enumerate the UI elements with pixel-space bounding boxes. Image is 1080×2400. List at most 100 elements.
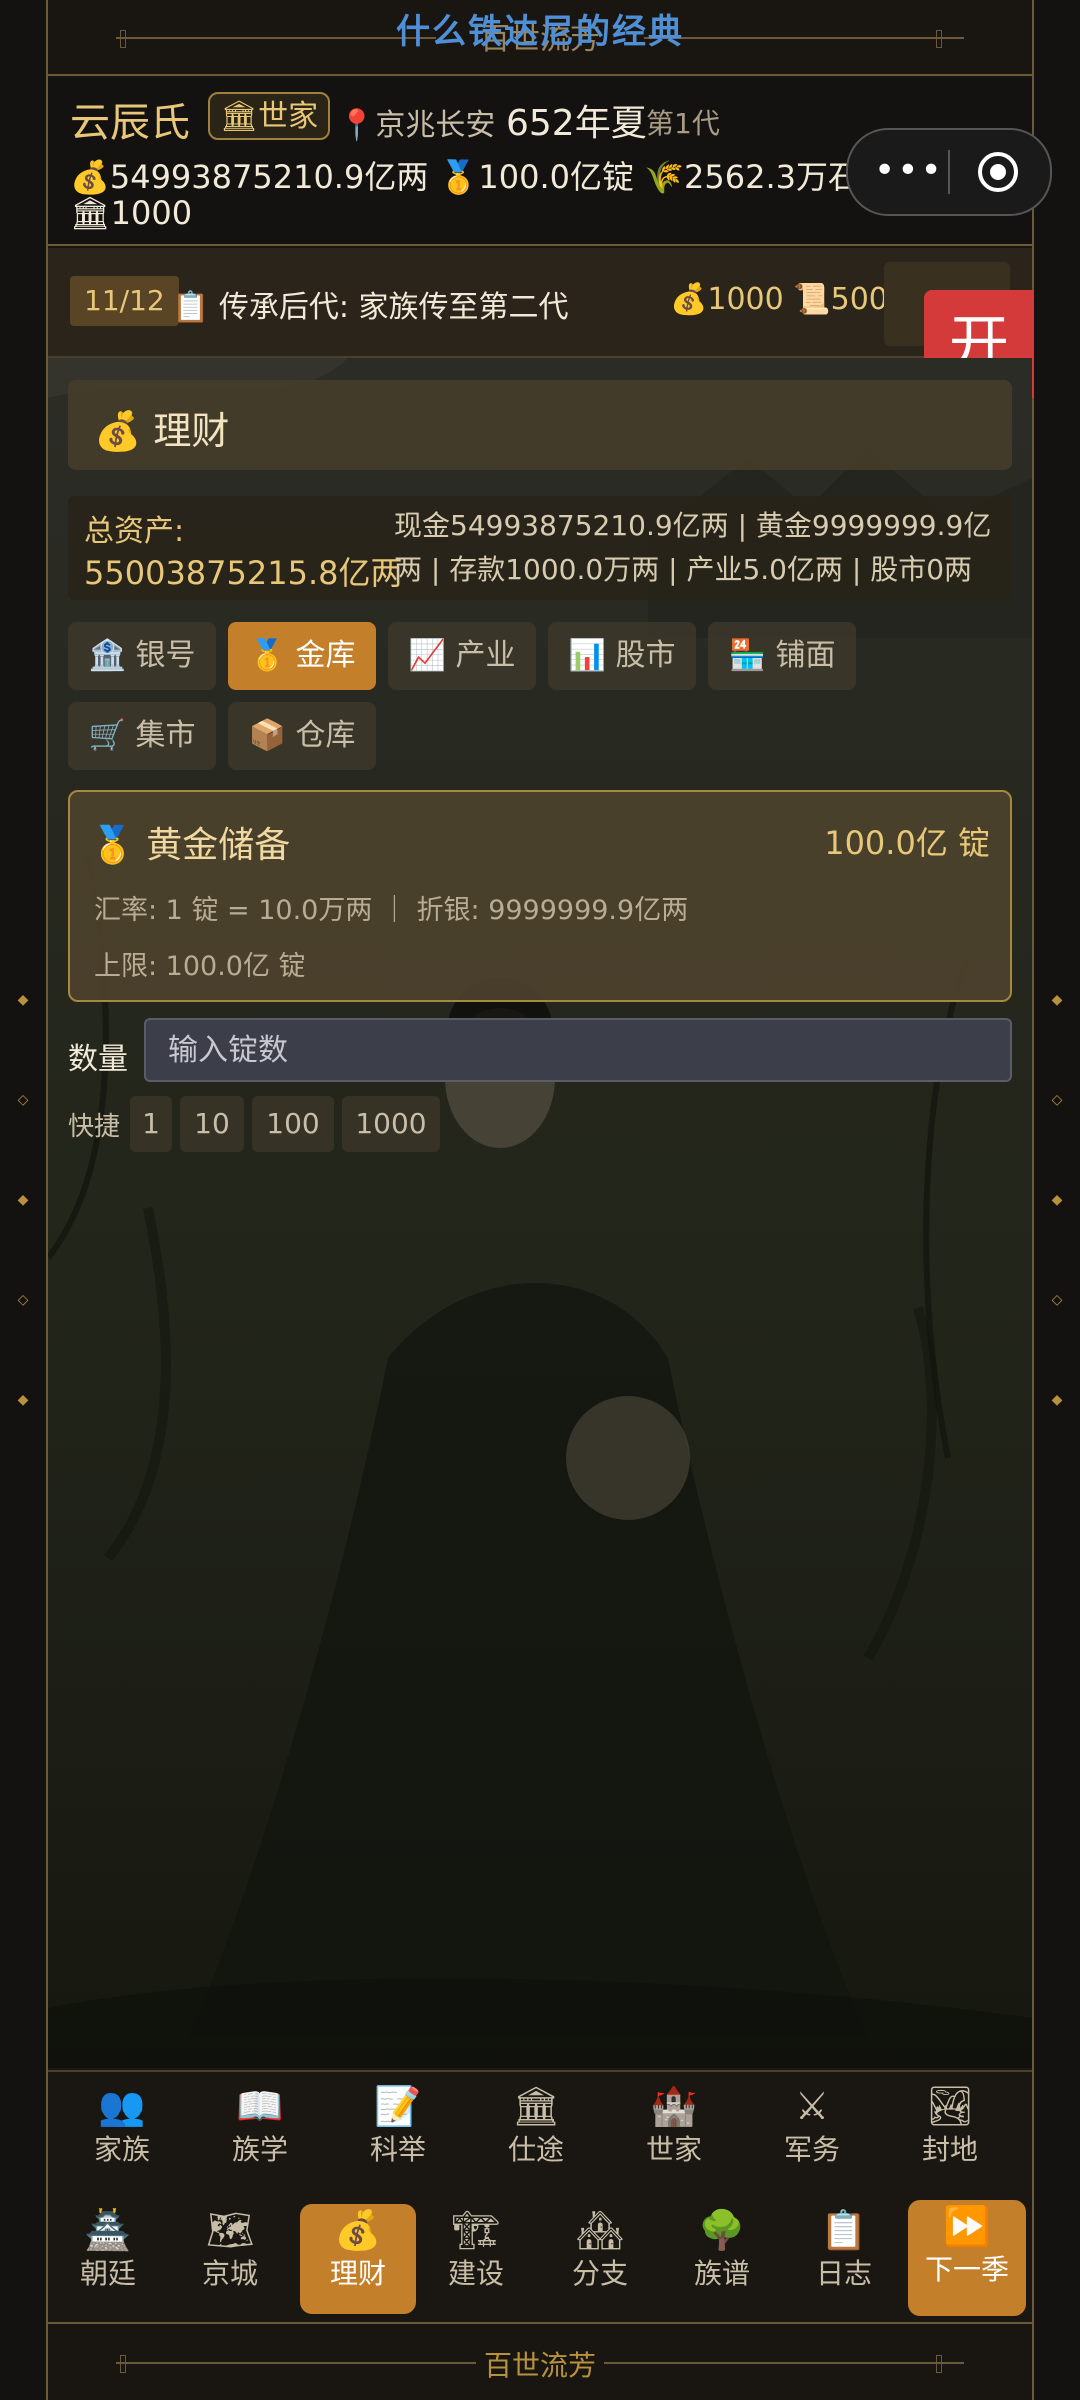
quick-label: 快捷	[68, 1112, 121, 1142]
prestige-row: 🏛1000	[70, 194, 192, 232]
quick-1000-button[interactable]: 1000	[342, 1096, 440, 1152]
nav-label: 下一季	[924, 2253, 1009, 2286]
castle-icon: 🏰	[650, 2084, 698, 2128]
nav-label: 分支	[571, 2257, 628, 2290]
quick-100-button[interactable]: 100	[252, 1096, 334, 1152]
more-icon[interactable]: •••	[874, 150, 944, 191]
nav-fief[interactable]: 🏞 封地	[890, 2080, 1010, 2190]
nav-label: 家族	[93, 2133, 150, 2166]
bottom-banner-title: 百世流芳	[483, 2349, 596, 2382]
assets-label: 总资产:	[84, 514, 185, 549]
left-ornament: ◆ ◇ ◆ ◇ ◆	[17, 992, 29, 1408]
rank-badge[interactable]: 🏛世家	[208, 92, 331, 140]
tab-shop[interactable]: 🏪 铺面	[708, 622, 856, 690]
nav-branch[interactable]: 🏘 分支	[542, 2204, 658, 2314]
money-bag-icon: 💰	[334, 2208, 382, 2252]
nav-label: 朝廷	[79, 2257, 136, 2290]
nav-family[interactable]: 👥 家族	[62, 2080, 182, 2190]
nav-school[interactable]: 📖 族学	[200, 2080, 320, 2190]
tab-warehouse[interactable]: 📦 仓库	[228, 702, 376, 770]
swords-icon: ⚔	[794, 2084, 830, 2128]
clipboard-icon: 📋	[820, 2208, 868, 2252]
crane-icon: 🏗	[451, 2208, 501, 2252]
prestige-value: 1000	[110, 194, 193, 232]
bank-icon: 🏦	[88, 638, 126, 673]
quest-bar[interactable]: 11/12 📋 传承后代: 家族传至第二代 💰1000 📜500	[48, 248, 1032, 358]
close-target-icon[interactable]	[976, 150, 1020, 194]
nav-exam[interactable]: 📝 科举	[338, 2080, 458, 2190]
quest-text: 📋 传承后代: 家族传至第二代	[172, 282, 569, 326]
nav-military[interactable]: ⚔ 军务	[752, 2080, 872, 2190]
miniprogram-capsule: •••	[846, 128, 1052, 216]
tab-vault[interactable]: 🥇 金库	[228, 622, 376, 690]
nav-label: 世家	[645, 2133, 702, 2166]
money-value: 54993875210.9亿两	[109, 158, 429, 196]
grain-value: 2562.3万石	[684, 158, 860, 196]
temple-icon: 🏛	[511, 2084, 561, 2128]
nav-capital[interactable]: 🗺 京城	[172, 2204, 288, 2314]
memo-icon: 📝	[374, 2084, 422, 2128]
bottom-nav: 👥 家族 📖 族学 📝 科举 🏛 仕途 🏰 世家 ⚔ 军务 🏞 封地 🏯 朝廷 🗺 京城 💰 理财 …	[48, 2070, 1032, 2324]
nav-label: 日志	[815, 2257, 872, 2290]
nav-label: 理财	[329, 2257, 386, 2290]
people-icon: 👥	[98, 2084, 146, 2128]
landscape-icon: 🏞	[925, 2084, 975, 2128]
reward-scroll: 500	[830, 282, 888, 317]
right-ornament: ◆ ◇ ◆ ◇ ◆	[1051, 992, 1063, 1408]
tab-label: 股市	[615, 638, 676, 673]
quick-1-button[interactable]: 1	[130, 1096, 172, 1152]
gold-card-value: 100.0亿 锭	[824, 824, 990, 862]
assets-total: 55003875215.8亿两	[84, 554, 403, 592]
clan-name: 云辰氏	[70, 100, 190, 146]
gold-medal-icon: 🥇	[90, 825, 135, 866]
finance-title: 理财	[153, 409, 230, 453]
quick-10-button[interactable]: 10	[180, 1096, 244, 1152]
money-bag-icon: 💰	[670, 282, 708, 317]
tab-stock[interactable]: 📊 股市	[548, 622, 696, 690]
bar-chart-icon: 📊	[568, 638, 606, 673]
resources-row: 💰54993875210.9亿两 🥇100.0亿锭 🌾2562.3万石 📜984	[70, 152, 971, 198]
nav-noble[interactable]: 🏰 世家	[614, 2080, 734, 2190]
scroll-icon: 📜	[793, 282, 831, 317]
nav-genealogy[interactable]: 🌳 族谱	[664, 2204, 780, 2314]
package-icon: 📦	[248, 718, 286, 753]
rank-label: 世家	[258, 99, 319, 134]
quantity-input[interactable]	[144, 1018, 1012, 1082]
nav-log[interactable]: 📋 日志	[786, 2204, 902, 2314]
next-season-button[interactable]: ⏩ 下一季	[908, 2200, 1026, 2316]
tab-label: 银号	[135, 638, 196, 673]
season: 652年夏	[506, 103, 647, 144]
houses-icon: 🏘	[575, 2208, 625, 2252]
quest-description: 传承后代: 家族传至第二代	[218, 290, 569, 325]
overlay-title: 什么铁达尼的经典	[396, 12, 684, 52]
nav-finance[interactable]: 💰 理财	[300, 2204, 416, 2314]
nav-label: 军务	[783, 2133, 840, 2166]
fast-forward-icon: ⏩	[943, 2204, 991, 2248]
tab-industry[interactable]: 📈 产业	[388, 622, 536, 690]
store-icon: 🏪	[728, 638, 766, 673]
gold-medal-icon: 🥇	[438, 158, 479, 196]
map-icon: 🗺	[205, 2208, 255, 2252]
money-bag-icon: 💰	[94, 409, 142, 453]
nav-label: 建设	[447, 2257, 504, 2290]
quantity-label: 数量	[68, 1042, 128, 1077]
location-label: 京兆长安	[375, 108, 496, 143]
finance-panel-title: 💰 理财	[68, 380, 1012, 470]
nav-court[interactable]: 🏯 朝廷	[50, 2204, 166, 2314]
generation: 第1代	[646, 107, 720, 140]
nav-build[interactable]: 🏗 建设	[418, 2204, 534, 2314]
chart-up-icon: 📈	[408, 638, 446, 673]
nav-career[interactable]: 🏛 仕途	[476, 2080, 596, 2190]
money-bag-icon: 💰	[70, 158, 110, 196]
quest-reward: 💰1000 📜500	[670, 282, 888, 317]
tab-market[interactable]: 🛒 集市	[68, 702, 216, 770]
gold-card-title: 黄金储备	[146, 825, 291, 866]
tab-label: 金库	[295, 638, 356, 673]
gold-value: 100.0亿锭	[478, 158, 634, 196]
tab-bank[interactable]: 🏦 银号	[68, 622, 216, 690]
temple-icon: 🏛	[70, 194, 111, 232]
cart-icon: 🛒	[88, 718, 126, 753]
gold-cap: 上限: 100.0亿 锭	[94, 951, 306, 982]
clipboard-icon: 📋	[172, 290, 210, 325]
total-assets: 总资产: 55003875215.8亿两 现金54993875210.9亿两 |…	[68, 496, 1012, 600]
